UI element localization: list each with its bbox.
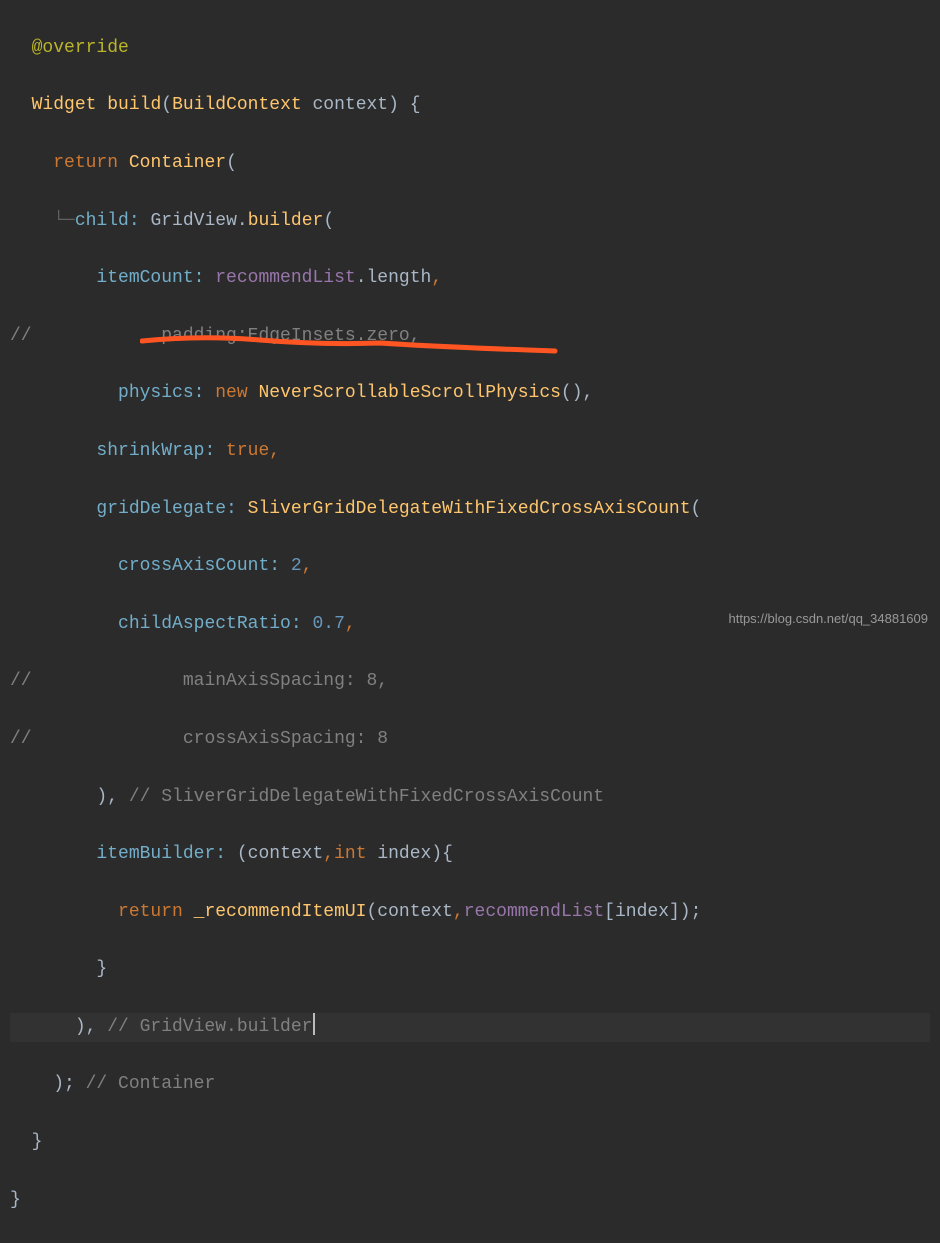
tree-glyph-icon: └─ — [53, 211, 75, 231]
code-line: } — [10, 1186, 930, 1215]
closing-label: // GridView.builder — [107, 1017, 312, 1037]
keyword-true: true — [226, 441, 269, 461]
keyword-new: new — [215, 383, 258, 403]
code-line-commented: // crossAxisSpacing: 8 — [10, 725, 930, 754]
code-line: ), // SliverGridDelegateWithFixedCrossAx… — [10, 783, 930, 812]
method-builder: builder — [248, 211, 324, 231]
type-widget: Widget — [32, 95, 108, 115]
var-recommendlist: recommendList — [464, 902, 604, 922]
var-recommendlist: recommendList — [215, 268, 355, 288]
code-line: └─child: GridView.builder( — [10, 207, 930, 236]
code-line: gridDelegate: SliverGridDelegateWithFixe… — [10, 495, 930, 524]
comment-slash: // — [10, 729, 32, 749]
code-line: itemCount: recommendList.length, — [10, 264, 930, 293]
type-buildcontext: BuildContext — [172, 95, 312, 115]
param-crossaxiscount: crossAxisCount: — [118, 556, 291, 576]
code-line: shrinkWrap: true, — [10, 437, 930, 466]
code-line: itemBuilder: (context,int index){ — [10, 840, 930, 869]
keyword-return: return — [118, 902, 194, 922]
comment-slash: // — [10, 326, 32, 346]
code-line: physics: new NeverScrollableScrollPhysic… — [10, 379, 930, 408]
code-line: } — [10, 955, 930, 984]
comment-text: mainAxisSpacing: 8, — [183, 671, 388, 691]
comment-text: padding:EdgeInsets.zero, — [161, 326, 420, 346]
class-neverscroll: NeverScrollableScrollPhysics — [258, 383, 560, 403]
param-itemcount: itemCount: — [96, 268, 215, 288]
code-line: Widget build(BuildContext context) { — [10, 91, 930, 120]
code-line-commented: // padding:EdgeInsets.zero, — [10, 322, 930, 351]
watermark-text: https://blog.csdn.net/qq_34881609 — [729, 609, 929, 630]
param-child: child: — [75, 211, 151, 231]
code-line: ); // Container — [10, 1070, 930, 1099]
param-childaspectratio: childAspectRatio: — [118, 614, 312, 634]
class-slivergrid: SliverGridDelegateWithFixedCrossAxisCoun… — [248, 499, 691, 519]
param-physics: physics: — [118, 383, 215, 403]
text-cursor — [313, 1013, 315, 1035]
code-line: return Container( — [10, 149, 930, 178]
closing-label: // Container — [86, 1074, 216, 1094]
annotation-override: @override — [32, 38, 129, 58]
param-shrinkwrap: shrinkWrap: — [96, 441, 226, 461]
method-recommenditemui: _recommendItemUI — [194, 902, 367, 922]
code-line: @override — [10, 34, 930, 63]
code-line-commented: // mainAxisSpacing: 8, — [10, 667, 930, 696]
param-itembuilder: itemBuilder: — [96, 844, 236, 864]
code-line: crossAxisCount: 2, — [10, 552, 930, 581]
code-line: } — [10, 1128, 930, 1157]
keyword-return: return — [53, 153, 129, 173]
comment-slash: // — [10, 671, 32, 691]
code-line: return _recommendItemUI(context,recommen… — [10, 898, 930, 927]
comment-text: crossAxisSpacing: 8 — [183, 729, 388, 749]
method-build: build — [107, 95, 161, 115]
code-line-active: ), // GridView.builder — [10, 1013, 930, 1042]
class-container: Container — [129, 153, 226, 173]
keyword-int: int — [334, 844, 377, 864]
closing-label: // SliverGridDelegateWithFixedCrossAxisC… — [129, 787, 604, 807]
param-griddelegate: gridDelegate: — [96, 499, 247, 519]
